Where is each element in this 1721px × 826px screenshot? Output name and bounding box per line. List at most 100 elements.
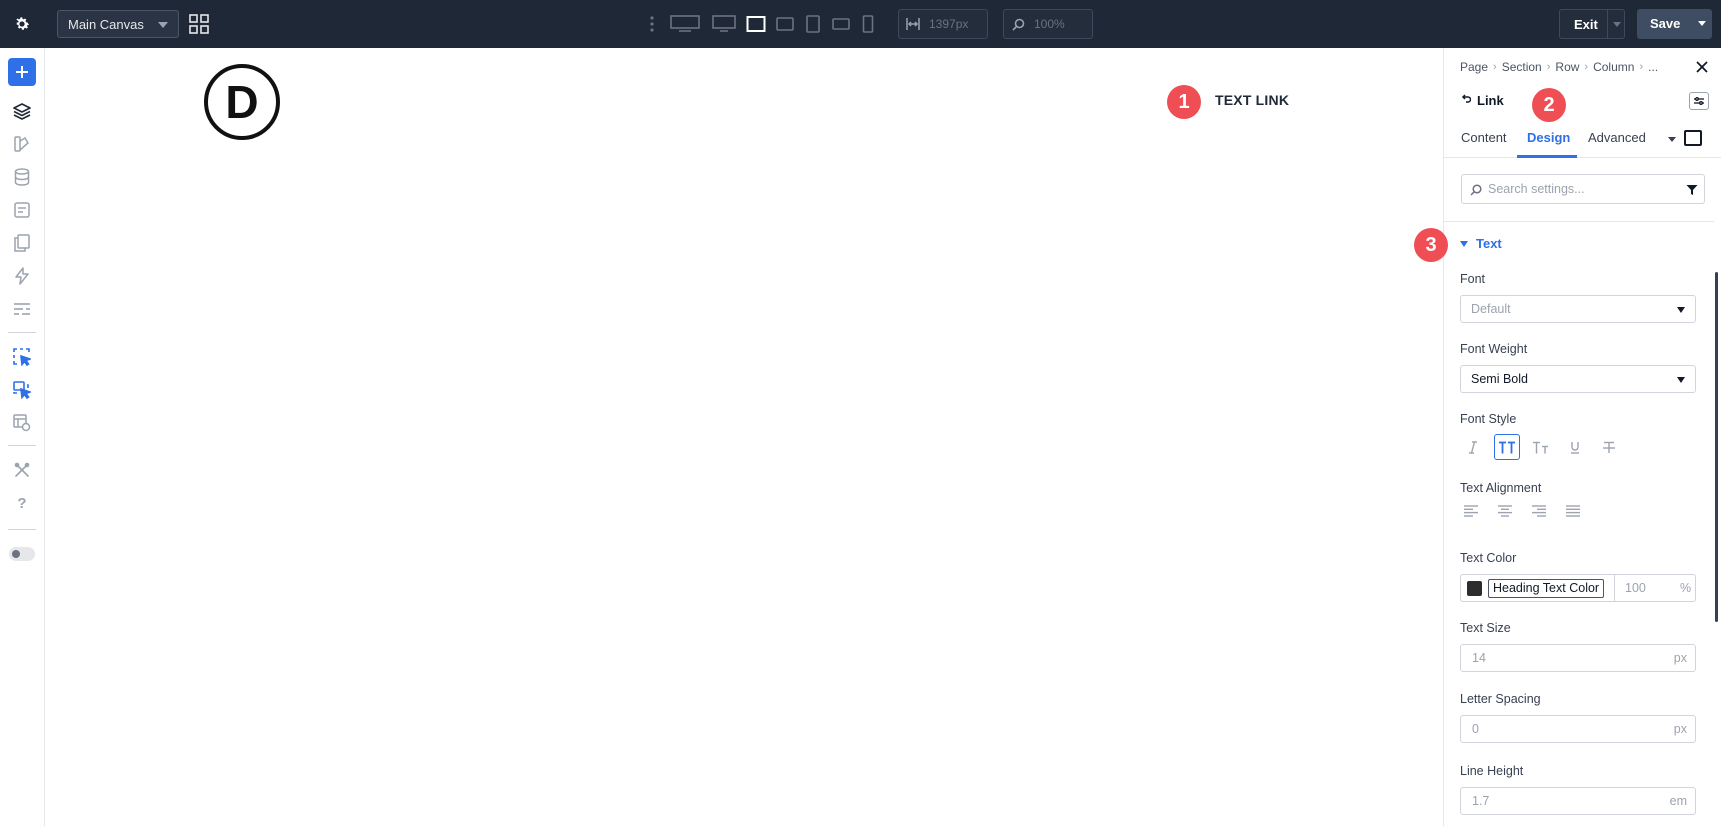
font-weight-select[interactable]: Semi Bold <box>1460 365 1696 393</box>
device-desktop-wide-icon[interactable] <box>670 14 700 34</box>
select-element-icon[interactable] <box>11 346 33 368</box>
exit-button[interactable]: Exit <box>1559 9 1625 39</box>
save-label: Save <box>1650 16 1681 31</box>
dark-mode-toggle[interactable] <box>9 547 35 561</box>
color-swatch[interactable] <box>1467 581 1482 596</box>
module-title[interactable]: Link <box>1460 93 1504 108</box>
line-height-input[interactable]: 1.7 em <box>1460 787 1696 815</box>
text-link-module[interactable]: TEXT LINK <box>1215 92 1289 108</box>
device-tablet-landscape-icon[interactable] <box>776 14 794 34</box>
help-icon[interactable]: ? <box>11 492 33 514</box>
tab-advanced[interactable]: Advanced <box>1588 130 1646 145</box>
tab-design[interactable]: Design <box>1527 130 1570 145</box>
tools-icon[interactable] <box>11 459 33 481</box>
strikethrough-icon[interactable] <box>1596 434 1622 460</box>
more-vertical-icon[interactable] <box>648 14 656 34</box>
small-caps-icon[interactable] <box>1528 434 1554 460</box>
search-icon <box>1012 18 1025 34</box>
letter-spacing-value: 0 <box>1472 722 1479 736</box>
zoom-field[interactable]: 100% <box>1003 9 1093 39</box>
letter-spacing-label: Letter Spacing <box>1460 692 1541 706</box>
filter-icon[interactable] <box>1686 183 1698 201</box>
main-canvas[interactable]: D TEXT LINK <box>46 48 1443 826</box>
database-icon[interactable] <box>11 166 33 188</box>
save-button[interactable]: Save <box>1637 9 1712 39</box>
device-laptop-icon[interactable] <box>746 14 766 34</box>
text-size-input[interactable]: 14 px <box>1460 644 1696 672</box>
toolbar-divider <box>8 445 36 446</box>
presets-icon[interactable] <box>11 298 33 320</box>
panel-divider <box>1444 221 1714 222</box>
align-justify-icon[interactable] <box>1566 504 1588 522</box>
plus-icon <box>16 66 28 78</box>
opacity-unit: % <box>1680 581 1692 595</box>
back-arrow-icon[interactable] <box>1460 93 1472 108</box>
font-select[interactable]: Default <box>1460 295 1696 323</box>
device-tablet-icon[interactable] <box>806 14 820 34</box>
breadcrumb-row[interactable]: Row <box>1555 60 1579 74</box>
multi-select-icon[interactable] <box>11 379 33 401</box>
theme-builder-icon[interactable] <box>11 133 33 155</box>
layers-icon[interactable] <box>11 100 33 122</box>
lightning-icon[interactable] <box>11 265 33 287</box>
site-logo[interactable]: D <box>204 64 280 140</box>
align-left-icon[interactable] <box>1464 504 1486 522</box>
left-toolbar: ? <box>0 48 45 826</box>
align-right-icon[interactable] <box>1532 504 1554 522</box>
tab-content[interactable]: Content <box>1461 130 1507 145</box>
breadcrumb-section[interactable]: Section <box>1502 60 1542 74</box>
device-phone-landscape-icon[interactable] <box>832 14 850 34</box>
settings-panel: Page › Section › Row › Column › ... Link… <box>1443 48 1721 826</box>
text-size-value: 14 <box>1472 651 1486 665</box>
gear-icon[interactable] <box>11 12 33 36</box>
step-badge-2: 2 <box>1532 88 1566 122</box>
grid-icon[interactable] <box>189 14 209 34</box>
underline-icon[interactable] <box>1562 434 1588 460</box>
line-height-label: Line Height <box>1460 764 1524 778</box>
chevron-down-icon[interactable] <box>1698 21 1706 26</box>
device-phone-icon[interactable] <box>862 14 874 34</box>
preferences-icon[interactable] <box>1689 92 1709 110</box>
close-icon[interactable] <box>1695 60 1709 74</box>
find-replace-icon[interactable] <box>11 412 33 434</box>
chevron-down-icon[interactable] <box>1668 137 1676 142</box>
color-variable-chip[interactable]: Heading Text Color <box>1488 579 1605 598</box>
letter-spacing-input[interactable]: 0 px <box>1460 715 1696 743</box>
font-weight-value: Semi Bold <box>1471 372 1528 386</box>
uppercase-icon[interactable] <box>1494 434 1520 460</box>
text-alignment-label: Text Alignment <box>1460 481 1542 495</box>
letter-spacing-unit: px <box>1673 722 1687 736</box>
search-placeholder: Search settings... <box>1488 182 1585 196</box>
add-module-button[interactable] <box>8 58 36 86</box>
panel-scrollbar[interactable] <box>1715 272 1718 622</box>
search-settings-input[interactable]: Search settings... <box>1461 174 1705 204</box>
panel-tabs: Content Design Advanced <box>1444 118 1721 158</box>
width-icon <box>906 18 920 33</box>
breadcrumb-column[interactable]: Column <box>1593 60 1634 74</box>
text-group-toggle[interactable]: Text <box>1460 236 1502 251</box>
breadcrumb-page[interactable]: Page <box>1460 60 1488 74</box>
pages-icon[interactable] <box>11 232 33 254</box>
breadcrumb: Page › Section › Row › Column › ... <box>1460 60 1658 74</box>
page-settings-icon[interactable] <box>11 199 33 221</box>
chevron-right-icon: › <box>1584 61 1589 73</box>
chevron-down-icon <box>1677 307 1685 313</box>
text-color-field[interactable]: Heading Text Color 100 % <box>1460 574 1696 602</box>
toolbar-divider <box>8 332 36 333</box>
caret-down-icon <box>1460 240 1468 247</box>
font-label: Font <box>1460 272 1486 286</box>
chevron-right-icon: › <box>1493 61 1497 73</box>
align-center-icon[interactable] <box>1498 504 1520 522</box>
hover-state-icon[interactable] <box>1684 130 1702 146</box>
device-desktop-icon[interactable] <box>712 14 736 34</box>
italic-icon[interactable] <box>1460 434 1486 460</box>
chevron-down-icon[interactable] <box>1613 22 1621 27</box>
canvas-select[interactable]: Main Canvas <box>57 10 179 38</box>
opacity-value[interactable]: 100 <box>1625 581 1646 595</box>
module-name: Link <box>1477 93 1504 108</box>
text-size-label: Text Size <box>1460 621 1511 635</box>
breadcrumb-more[interactable]: ... <box>1648 60 1658 74</box>
width-field[interactable]: 1397px <box>898 9 988 39</box>
toolbar-divider <box>8 529 36 530</box>
width-value: 1397px <box>929 17 969 31</box>
